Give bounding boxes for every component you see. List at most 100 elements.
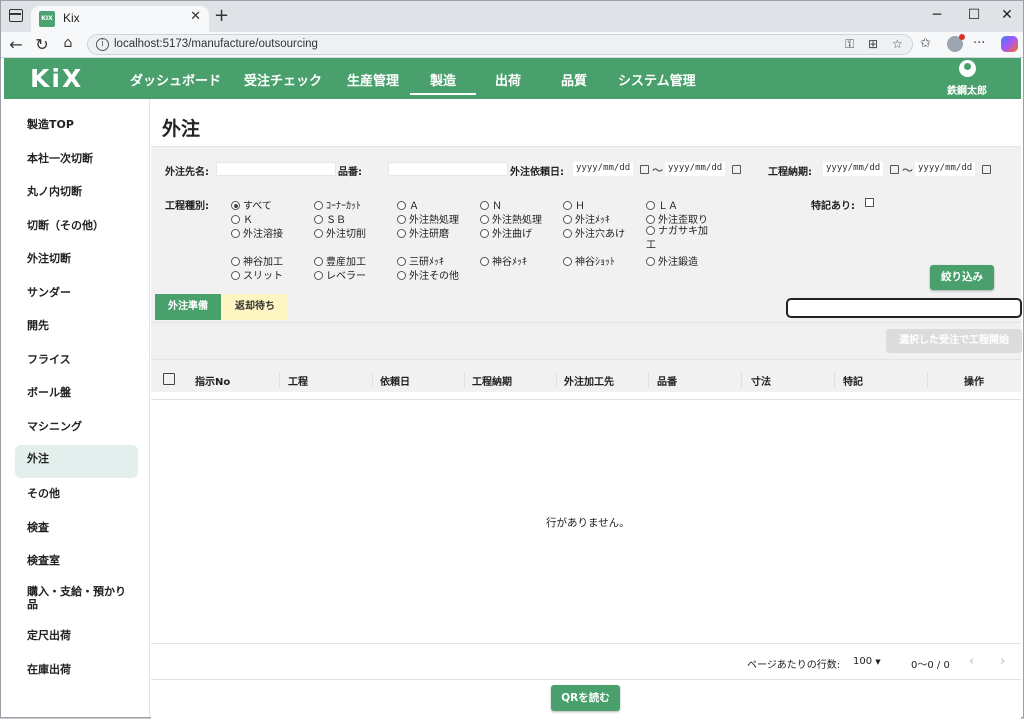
calendar-icon[interactable] bbox=[982, 165, 991, 174]
column-separator[interactable] bbox=[279, 372, 280, 388]
sidebar-item[interactable]: サンダー bbox=[15, 279, 138, 312]
column-header[interactable]: 指示No bbox=[195, 373, 230, 388]
tab-outsourcing-prep[interactable]: 外注準備 bbox=[155, 294, 221, 320]
sidebar-item[interactable]: 検査 bbox=[15, 514, 138, 547]
calendar-icon[interactable] bbox=[640, 165, 649, 174]
filter-button[interactable]: 絞り込み bbox=[930, 265, 994, 290]
radio-option[interactable]: ナガサキ加工 bbox=[646, 225, 712, 253]
request-date-from[interactable]: yyyy/mm/dd bbox=[573, 162, 634, 176]
column-header[interactable]: 依頼日 bbox=[380, 373, 410, 388]
site-info-icon[interactable]: i bbox=[96, 38, 109, 51]
more-icon[interactable]: ··· bbox=[973, 36, 985, 51]
user-menu[interactable]: 鉄鋼太郎 bbox=[942, 60, 992, 97]
special-checkbox[interactable] bbox=[865, 198, 874, 207]
browser-tab[interactable]: KIX Kix ✕ bbox=[31, 6, 209, 32]
radio-option[interactable]: 神谷ﾒｯｷ bbox=[480, 253, 527, 268]
sidebar-item[interactable]: マシニング bbox=[15, 413, 138, 446]
key-icon[interactable]: ⚿ bbox=[845, 37, 854, 52]
sidebar-item[interactable]: ボール盤 bbox=[15, 379, 138, 412]
radio-option[interactable]: 外注鍛造 bbox=[646, 253, 698, 268]
sidebar-item[interactable]: 製造TOP bbox=[15, 111, 138, 144]
radio-option[interactable]: Ｎ bbox=[480, 197, 502, 212]
column-separator[interactable] bbox=[927, 372, 928, 388]
new-tab-icon[interactable]: + bbox=[214, 5, 229, 26]
part-input[interactable] bbox=[388, 162, 508, 176]
calendar-icon[interactable] bbox=[732, 165, 741, 174]
radio-option[interactable]: 豊産加工 bbox=[314, 253, 366, 268]
request-date-to[interactable]: yyyy/mm/dd bbox=[665, 162, 726, 176]
radio-option[interactable]: 外注曲げ bbox=[480, 225, 532, 240]
kix-logo[interactable]: KiX bbox=[30, 64, 83, 93]
nav-production[interactable]: 生産管理 bbox=[347, 70, 399, 89]
qr-read-button[interactable]: QRを読む bbox=[551, 685, 620, 711]
back-icon[interactable]: ← bbox=[6, 35, 26, 54]
radio-option[interactable]: 外注穴あけ bbox=[563, 225, 625, 240]
search-input[interactable] bbox=[786, 298, 1022, 318]
copilot-icon[interactable] bbox=[1001, 36, 1018, 52]
sidebar-item[interactable]: フライス bbox=[15, 346, 138, 379]
sidebar-item[interactable]: 外注切断 bbox=[15, 245, 138, 278]
radio-option[interactable]: 外注研磨 bbox=[397, 225, 449, 240]
radio-option[interactable]: Ｋ bbox=[231, 211, 253, 226]
tab-close-icon[interactable]: ✕ bbox=[190, 9, 201, 24]
radio-option[interactable]: 神谷ｼｮｯﾄ bbox=[563, 253, 615, 268]
radio-option[interactable]: 外注その他 bbox=[397, 267, 459, 282]
sidebar-item[interactable]: 本社一次切断 bbox=[15, 145, 138, 178]
radio-option[interactable]: ＬＡ bbox=[646, 197, 678, 212]
column-header[interactable]: 外注加工先 bbox=[564, 373, 614, 388]
tab-awaiting-return[interactable]: 返却待ち bbox=[222, 294, 288, 320]
favorite-star-icon[interactable]: ☆ bbox=[892, 37, 903, 51]
radio-option[interactable]: Ａ bbox=[397, 197, 419, 212]
column-separator[interactable] bbox=[556, 372, 557, 388]
column-header[interactable]: 品番 bbox=[657, 373, 677, 388]
process-due-from[interactable]: yyyy/mm/dd bbox=[823, 162, 884, 176]
favorites-icon[interactable]: ✩ bbox=[920, 36, 931, 51]
column-header[interactable]: 特記 bbox=[843, 373, 863, 388]
radio-option[interactable]: 三研ﾒｯｷ bbox=[397, 253, 444, 268]
refresh-icon[interactable]: ↻ bbox=[32, 35, 52, 54]
radio-option[interactable]: ＳＢ bbox=[314, 211, 346, 226]
radio-option[interactable]: 外注熱処理 bbox=[397, 211, 459, 226]
url-field[interactable]: i localhost:5173/manufacture/outsourcing… bbox=[87, 34, 913, 55]
calendar-icon[interactable] bbox=[890, 165, 899, 174]
column-header[interactable]: 寸法 bbox=[751, 373, 771, 388]
apps-icon[interactable]: ⊞ bbox=[868, 37, 878, 51]
sidebar-item[interactable]: 検査室 bbox=[15, 547, 138, 580]
nav-order-check[interactable]: 受注チェック bbox=[244, 70, 322, 89]
column-header[interactable]: 工程 bbox=[288, 373, 308, 388]
nav-quality[interactable]: 品質 bbox=[561, 70, 587, 89]
radio-option[interactable]: Ｈ bbox=[563, 197, 585, 212]
minimize-icon[interactable]: ─ bbox=[927, 7, 947, 23]
column-separator[interactable] bbox=[464, 372, 465, 388]
window-close-icon[interactable]: ✕ bbox=[997, 7, 1017, 23]
sidebar-item[interactable]: その他 bbox=[15, 480, 138, 513]
radio-option[interactable]: 外注切削 bbox=[314, 225, 366, 240]
radio-option[interactable]: レベラー bbox=[314, 267, 366, 282]
sidebar-item[interactable]: 定尺出荷 bbox=[15, 622, 138, 655]
nav-dashboard[interactable]: ダッシュボード bbox=[130, 70, 221, 89]
radio-option[interactable]: 外注歪取り bbox=[646, 211, 708, 226]
start-process-button[interactable]: 選択した受注で工程開始 bbox=[886, 329, 1022, 353]
column-separator[interactable] bbox=[834, 372, 835, 388]
select-all-checkbox[interactable] bbox=[163, 373, 175, 385]
radio-option[interactable]: 外注溶接 bbox=[231, 225, 283, 240]
sidebar-item[interactable]: 切断（その他） bbox=[15, 212, 138, 245]
radio-option[interactable]: スリット bbox=[231, 267, 283, 282]
column-separator[interactable] bbox=[648, 372, 649, 388]
maximize-icon[interactable]: ☐ bbox=[964, 7, 984, 23]
radio-all[interactable]: すべて bbox=[231, 197, 272, 212]
column-separator[interactable] bbox=[372, 372, 373, 388]
sidebar-item[interactable]: 丸ノ内切断 bbox=[15, 178, 138, 211]
prev-page-icon[interactable]: ‹ bbox=[969, 654, 974, 669]
sidebar-item-active[interactable]: 外注 bbox=[15, 445, 138, 478]
radio-option[interactable]: 外注熱処理 bbox=[480, 211, 542, 226]
nav-shipping[interactable]: 出荷 bbox=[495, 70, 521, 89]
profile-avatar[interactable] bbox=[947, 34, 965, 52]
next-page-icon[interactable]: › bbox=[1000, 654, 1005, 669]
nav-system[interactable]: システム管理 bbox=[618, 70, 696, 89]
sidebar-item[interactable]: 在庫出荷 bbox=[15, 656, 138, 689]
tab-actions-icon[interactable] bbox=[9, 9, 23, 22]
process-due-to[interactable]: yyyy/mm/dd bbox=[915, 162, 976, 176]
radio-option[interactable]: ｺｰﾅｰｶｯﾄ bbox=[314, 197, 361, 212]
column-separator[interactable] bbox=[741, 372, 742, 388]
